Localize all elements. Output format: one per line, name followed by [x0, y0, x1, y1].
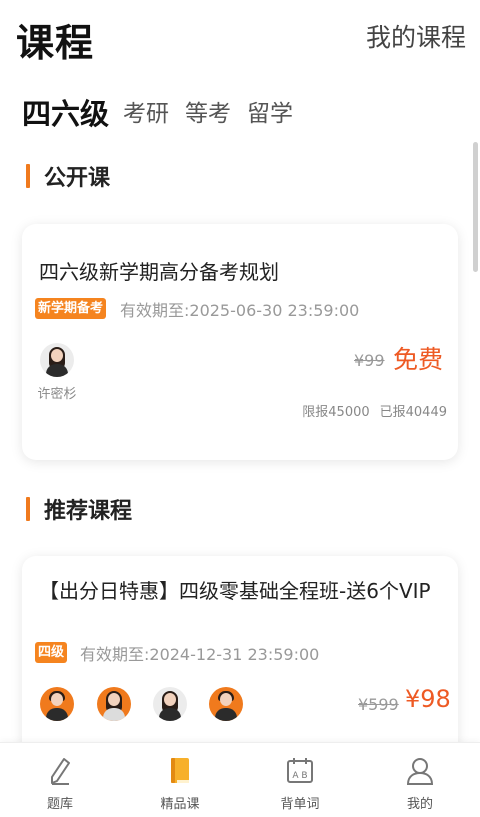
- section-accent-bar: [26, 164, 30, 188]
- course-tag: 四级: [35, 642, 68, 663]
- quota-limit: 限报45000: [302, 405, 370, 420]
- bottom-nav: 题库 精品课 A B 背单词 我的: [0, 742, 480, 817]
- nav-profile[interactable]: 我的: [360, 743, 480, 817]
- teacher[interactable]: [140, 687, 200, 727]
- nav-vocabulary[interactable]: A B 背单词: [240, 743, 360, 817]
- scrollbar[interactable]: [473, 142, 478, 272]
- teacher[interactable]: [84, 687, 144, 727]
- validity-date: 有效期至:2024-12-31 23:59:00: [80, 645, 320, 664]
- section-title: 公开课: [44, 166, 111, 191]
- svg-text:A B: A B: [292, 771, 307, 781]
- quota-enrolled: 已报40449: [379, 405, 447, 420]
- course-tag: 新学期备考: [35, 298, 107, 319]
- teacher-name: 许密杉: [37, 387, 77, 402]
- teacher[interactable]: [27, 687, 87, 727]
- nav-question-bank[interactable]: 题库: [0, 743, 120, 817]
- page-title: 课程: [16, 21, 95, 65]
- tab-study-abroad[interactable]: 留学: [247, 96, 293, 132]
- teacher[interactable]: 许密杉: [27, 343, 87, 402]
- section-recommended: 推荐课程: [26, 495, 133, 524]
- tab-postgraduate[interactable]: 考研: [123, 96, 169, 132]
- avatar: [40, 687, 74, 721]
- tab-cet[interactable]: 四六级: [22, 96, 109, 132]
- my-courses-link[interactable]: 我的课程: [366, 18, 466, 54]
- nav-label: 题库: [46, 797, 73, 812]
- category-tabs: 四六级 考研 等考 留学: [22, 92, 309, 132]
- price: ¥98: [405, 685, 451, 713]
- avatar: [209, 687, 243, 721]
- calendar-icon: A B: [285, 755, 315, 787]
- validity-date: 有效期至:2025-06-30 23:59:00: [120, 301, 360, 320]
- avatar: [153, 687, 187, 721]
- profile-icon: [405, 755, 435, 787]
- teacher[interactable]: [196, 687, 256, 727]
- tab-level-exam[interactable]: 等考: [185, 96, 231, 132]
- section-title: 推荐课程: [44, 499, 133, 524]
- price: 免费: [393, 345, 444, 374]
- section-accent-bar: [26, 497, 30, 521]
- enrollment-quota: 限报45000 已报40449: [292, 401, 447, 420]
- original-price: ¥599: [358, 695, 399, 714]
- header: 课程 我的课程: [0, 0, 480, 80]
- nav-premium-courses[interactable]: 精品课: [120, 743, 240, 817]
- original-price: ¥99: [354, 351, 385, 370]
- avatar: [40, 343, 74, 377]
- open-course-card[interactable]: 四六级新学期高分备考规划 新学期备考 有效期至:2025-06-30 23:59…: [22, 224, 458, 460]
- nav-label: 精品课: [160, 797, 200, 812]
- nav-label: 背单词: [280, 797, 320, 812]
- book-icon: [165, 755, 195, 787]
- course-title: 【出分日特惠】四级零基础全程班-送6个VIP: [39, 579, 431, 603]
- avatar: [97, 687, 131, 721]
- course-title: 四六级新学期高分备考规划: [39, 260, 279, 284]
- nav-label: 我的: [406, 797, 433, 812]
- pencil-icon: [45, 755, 75, 787]
- section-open-course: 公开课: [26, 162, 111, 191]
